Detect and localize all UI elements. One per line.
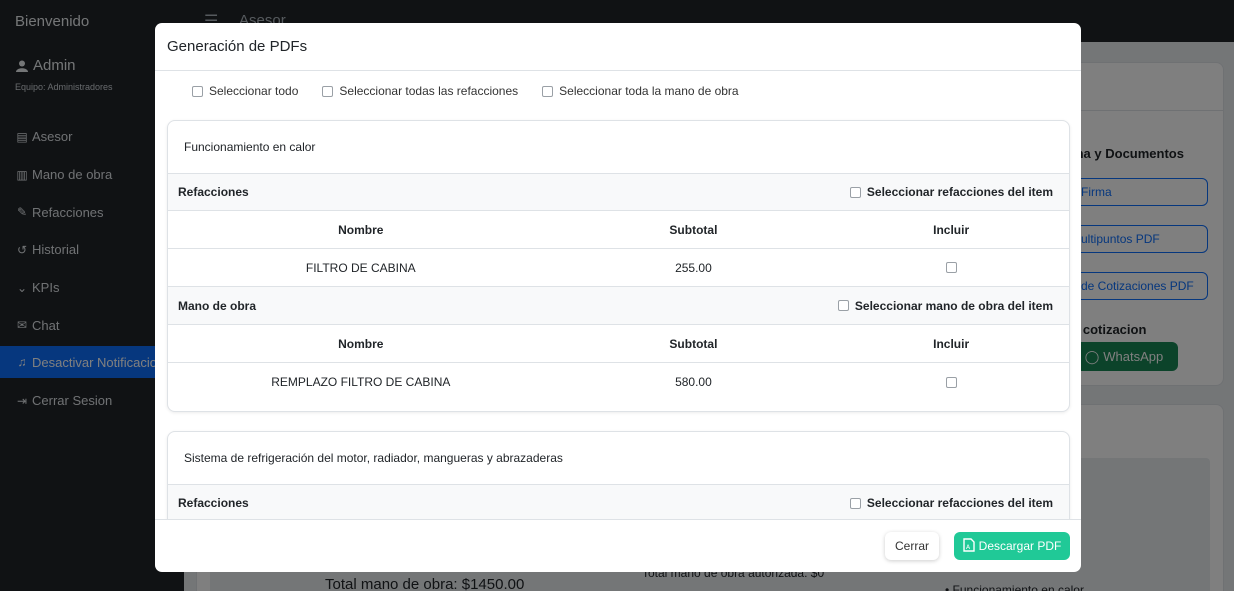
col-incluir: Incluir	[933, 222, 970, 237]
select-item-labor-checkbox[interactable]	[837, 300, 849, 311]
select-all-labor-checkbox[interactable]	[542, 85, 554, 97]
modal-body[interactable]: Seleccionar todo Seleccionar todas las r…	[155, 71, 1081, 519]
select-item-parts-checkbox[interactable]	[849, 497, 861, 509]
table-header-row: Nombre Subtotal Incluir	[168, 325, 1069, 363]
select-item-parts-option[interactable]: Seleccionar refacciones del item	[849, 496, 1053, 510]
parts-section-header: Refacciones Seleccionar refacciones del …	[168, 173, 1069, 211]
parts-table: Nombre Subtotal Incluir FILTRO DE CABINA…	[168, 211, 1069, 287]
modal-footer: Cerrar A Descargar PDF	[155, 519, 1081, 572]
modal-title: Generación de PDFs	[167, 38, 308, 55]
include-labor-checkbox[interactable]	[945, 376, 957, 388]
table-header-row: Nombre Subtotal Incluir	[168, 211, 1069, 249]
parts-label: Refacciones	[178, 185, 249, 199]
parts-section-header: Refacciones Seleccionar refacciones del …	[168, 484, 1069, 519]
select-all-option[interactable]: Seleccionar todo	[192, 84, 298, 98]
labor-table: Nombre Subtotal Incluir REMPLAZO FILTRO …	[168, 325, 1069, 401]
select-all-checkbox[interactable]	[192, 85, 203, 97]
svg-text:A: A	[966, 544, 971, 551]
parts-label: Refacciones	[178, 496, 249, 510]
select-item-parts-option[interactable]: Seleccionar refacciones del item	[849, 185, 1053, 199]
item-title: Sistema de refrigeración del motor, radi…	[184, 451, 563, 465]
item-card: Funcionamiento en calor Refacciones Sele…	[167, 120, 1070, 412]
col-subtotal: Subtotal	[669, 336, 718, 351]
close-button[interactable]: Cerrar	[885, 532, 939, 560]
select-item-parts-checkbox[interactable]	[849, 186, 861, 198]
modal-header: Generación de PDFs	[155, 23, 1081, 71]
select-all-labor-option[interactable]: Seleccionar toda la mano de obra	[542, 84, 739, 98]
part-subtotal: 255.00	[675, 260, 712, 275]
col-incluir: Incluir	[933, 336, 970, 351]
file-pdf-icon: A	[962, 537, 975, 555]
pdf-generation-modal: Generación de PDFs Seleccionar todo Sele…	[155, 23, 1081, 572]
col-nombre: Nombre	[338, 222, 384, 237]
labor-label: Mano de obra	[178, 298, 257, 313]
labor-section-header: Mano de obra Seleccionar mano de obra de…	[168, 287, 1069, 325]
download-pdf-button[interactable]: A Descargar PDF	[954, 532, 1070, 560]
select-all-parts-checkbox[interactable]	[322, 85, 334, 97]
item-card: Sistema de refrigeración del motor, radi…	[167, 431, 1070, 519]
global-select-row: Seleccionar todo Seleccionar todas las r…	[192, 84, 739, 98]
item-title: Funcionamiento en calor	[184, 140, 316, 154]
labor-subtotal: 580.00	[675, 375, 712, 389]
select-item-labor-option[interactable]: Seleccionar mano de obra del item	[837, 299, 1053, 313]
col-nombre: Nombre	[338, 336, 384, 351]
table-row: FILTRO DE CABINA 255.00	[168, 249, 1069, 287]
col-subtotal: Subtotal	[669, 222, 718, 237]
part-name: FILTRO DE CABINA	[305, 260, 416, 275]
include-part-checkbox[interactable]	[945, 262, 957, 273]
table-row: REMPLAZO FILTRO DE CABINA 580.00	[168, 363, 1069, 401]
select-all-parts-option[interactable]: Seleccionar todas las refacciones	[322, 84, 518, 98]
labor-name: REMPLAZO FILTRO DE CABINA	[271, 375, 451, 389]
